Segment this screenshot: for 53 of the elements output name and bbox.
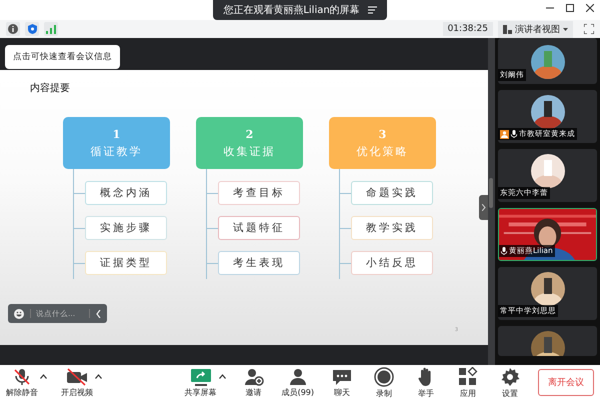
caret-icon[interactable]: [95, 374, 102, 378]
toolbar-button[interactable]: 开启视频: [61, 368, 93, 398]
topic-header: 1 循证教学: [63, 117, 170, 169]
view-button[interactable]: 演讲者视图: [498, 20, 573, 38]
screen-share-banner: 您正在观看黄丽燕Lilian的屏幕: [213, 0, 387, 20]
add-person-icon: [244, 368, 264, 386]
subtopic-box: 小结反思: [351, 251, 433, 275]
scrollbar-thumb[interactable]: [489, 178, 493, 208]
subtopic-box: 概念内涵: [85, 181, 167, 205]
chevron-right-icon: [482, 204, 486, 211]
muted-microphone-icon: [13, 368, 31, 386]
close-icon[interactable]: [586, 4, 594, 12]
emoji-icon[interactable]: [14, 308, 24, 318]
slide-title: 内容提要: [30, 83, 70, 94]
toolbar-button[interactable]: 解除静音: [6, 368, 38, 398]
toolbar-button[interactable]: 共享屏幕: [184, 368, 217, 398]
chat-icon: [332, 368, 352, 386]
toolbar-button[interactable]: 应用: [454, 366, 482, 398]
layout-icon: [503, 24, 512, 34]
leave-meeting-button[interactable]: 离开会议: [538, 369, 594, 396]
toolbar-button[interactable]: 聊天: [328, 368, 356, 398]
toolbar-button[interactable]: 录制: [370, 366, 398, 398]
topic-header: 2 收集证据: [196, 117, 303, 169]
fullscreen-icon[interactable]: [584, 24, 594, 34]
participant-tile[interactable]: [498, 326, 597, 356]
maximize-icon[interactable]: [566, 4, 574, 12]
subtopic-box: 教学实践: [351, 216, 433, 240]
topic-header: 3 优化策略: [329, 117, 436, 169]
apps-icon: [458, 366, 478, 386]
meeting-info-tooltip: 点击可快速查看会议信息: [5, 45, 120, 69]
caret-icon[interactable]: [40, 374, 47, 378]
video-off-icon: [66, 368, 88, 386]
subtopic-box: 命题实践: [351, 181, 433, 205]
toolbar-button[interactable]: 举手: [412, 366, 440, 398]
meeting-timer: 01:38:25: [442, 22, 493, 36]
caret-icon[interactable]: [218, 374, 226, 378]
info-icon[interactable]: [6, 22, 20, 36]
person-icon: [288, 368, 308, 386]
shield-icon[interactable]: [25, 22, 39, 36]
toolbar-button[interactable]: 设置: [496, 366, 524, 398]
subtopic-box: 试题特征: [218, 216, 300, 240]
record-icon: [374, 366, 394, 386]
expand-tab[interactable]: [479, 195, 489, 220]
collapse-icon[interactable]: [96, 310, 101, 318]
list-icon: [368, 6, 377, 14]
subtopic-box: 考生表现: [218, 251, 300, 275]
share-screen-icon: [190, 368, 212, 386]
subtopic-box: 实施步骤: [85, 216, 167, 240]
toolbar-button[interactable]: 邀请: [240, 368, 268, 398]
toolbar-button[interactable]: 成员(99): [282, 368, 314, 398]
caret-icon: [563, 28, 568, 30]
subtopic-box: 考查目标: [218, 181, 300, 205]
subtopic-box: 证据类型: [85, 251, 167, 275]
